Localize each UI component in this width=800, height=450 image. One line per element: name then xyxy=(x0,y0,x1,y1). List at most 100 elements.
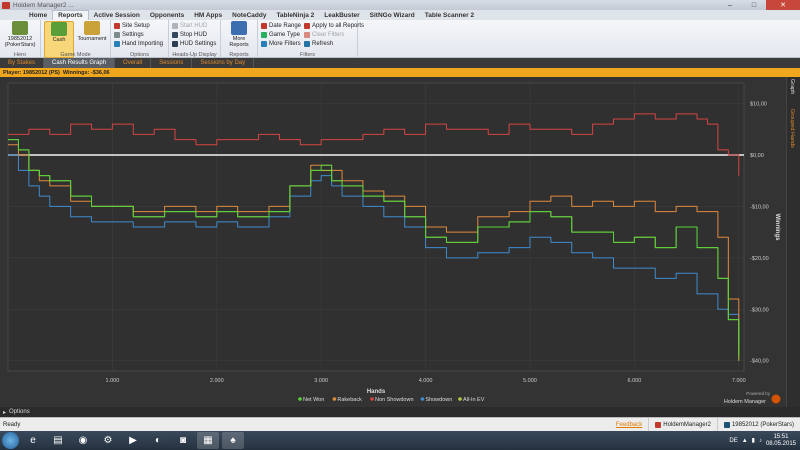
clear-icon xyxy=(304,32,311,38)
tab-cash-results-graph[interactable]: Cash Results Graph xyxy=(44,58,116,68)
filters-group: Date Range Game Type More Filters Apply … xyxy=(258,20,364,58)
tab-by-stakes[interactable]: By Stakes xyxy=(0,58,45,68)
calculator-icon[interactable]: ▦ xyxy=(197,432,219,449)
hero-label: 19852012 (PokerStars) xyxy=(4,36,36,48)
tab-tableninja[interactable]: TableNinja 2 xyxy=(271,10,319,20)
tab-opponents[interactable]: Opponents xyxy=(145,10,189,20)
media-icon[interactable]: ▶ xyxy=(122,432,144,449)
player-info-bar: Player: 19852012 (PS) Winnings: -$36,06 xyxy=(0,68,800,77)
tab-overall[interactable]: Overall xyxy=(115,58,152,68)
clock-date: 08.05.2015 xyxy=(765,440,796,447)
side-tab-grouped-hands[interactable]: Grouped Hands xyxy=(789,109,795,148)
tab-sessions[interactable]: Sessions xyxy=(151,58,193,68)
refresh-label: Refresh xyxy=(312,41,334,47)
clear-filters-label: Clear Filters xyxy=(312,32,345,38)
tab-sitngo-wizard[interactable]: SitNGo Wizard xyxy=(365,10,420,20)
hm-status[interactable]: HoldemManager2 xyxy=(648,417,717,432)
status-bar: Ready Feedback HoldemManager2 19852012 (… xyxy=(0,417,800,432)
x-tick-label: 4.000 xyxy=(419,378,433,384)
date-range-button[interactable]: Date Range xyxy=(261,22,301,30)
feedback-link[interactable]: Feedback xyxy=(610,422,648,428)
game-type-icon xyxy=(261,32,267,38)
hand-importing-button[interactable]: Hand Importing xyxy=(114,40,163,48)
game-mode-group: Cash Tournament Game Mode xyxy=(41,20,111,58)
volume-icon[interactable]: ♪ xyxy=(759,438,762,444)
trophy-icon xyxy=(84,21,100,35)
y-axis-label: Winnings xyxy=(774,214,780,242)
more-filters-button[interactable]: More Filters xyxy=(261,40,301,48)
legend-swatch xyxy=(370,397,374,401)
hud-settings-label: HUD Settings xyxy=(180,41,217,47)
hud-icon xyxy=(172,41,178,47)
tab-hm-apps[interactable]: HM Apps xyxy=(189,10,227,20)
site-status[interactable]: 19852012 (PokerStars) xyxy=(716,417,800,432)
y-tick-label: -$10,00 xyxy=(750,204,769,210)
y-tick-label: -$20,00 xyxy=(750,256,769,262)
site-status-label: 19852012 (PokerStars) xyxy=(731,421,794,428)
tab-reports[interactable]: Reports xyxy=(52,10,89,20)
hm-logo-icon xyxy=(771,394,781,404)
x-tick-label: 1.000 xyxy=(106,378,120,384)
start-hud-button[interactable]: Start HUD xyxy=(172,22,216,30)
clock-time: 15:51 xyxy=(773,433,789,440)
close-button[interactable]: ✕ xyxy=(766,0,800,10)
tab-home[interactable]: Home xyxy=(24,10,52,20)
cash-icon xyxy=(51,22,67,36)
taskbar: e ▤ ◉ ⚙ ▶ ◐ ◙ ▦ ♠ DE ▲ ▮ ♪ 15:51 08.05.2… xyxy=(0,431,800,450)
refresh-button[interactable]: Refresh xyxy=(304,40,364,48)
minimize-button[interactable]: – xyxy=(718,0,742,10)
tab-sessions-by-day[interactable]: Sessions by Day xyxy=(192,58,255,68)
powered-by-brand: Holdem Manager xyxy=(724,399,766,405)
tab-active-session[interactable]: Active Session xyxy=(89,10,145,20)
clock[interactable]: 15:51 08.05.2015 xyxy=(766,434,796,448)
game-type-label: Game Type xyxy=(269,32,300,38)
side-panel: Graph Grouped Hands xyxy=(786,77,800,407)
legend-swatch xyxy=(332,397,337,401)
camera-icon[interactable]: ◙ xyxy=(172,432,194,449)
legend-swatch xyxy=(458,397,462,401)
legend-entry: Net Won xyxy=(303,397,324,403)
x-tick-label: 6.000 xyxy=(628,378,642,384)
side-tab-graph[interactable]: Graph xyxy=(789,79,795,94)
tab-notecaddy[interactable]: NoteCaddy xyxy=(227,10,271,20)
settings-label: Settings xyxy=(122,32,144,38)
hud-group: Start HUD Stop HUD HUD Settings Heads-Up… xyxy=(169,20,221,58)
site-setup-button[interactable]: Site Setup xyxy=(114,22,163,30)
y-tick-label: $10,00 xyxy=(750,102,767,108)
language-indicator[interactable]: DE xyxy=(729,438,737,444)
options-bar[interactable]: ▸ Options xyxy=(0,407,800,417)
globe-icon[interactable]: ◉ xyxy=(72,432,94,449)
tab-leakbuster[interactable]: LeakBuster xyxy=(319,10,364,20)
x-tick-label: 3.000 xyxy=(314,378,328,384)
holdem-manager-icon[interactable]: ♠ xyxy=(222,432,244,449)
apply-all-button[interactable]: Apply to all Reports xyxy=(304,22,364,30)
network-icon[interactable]: ▮ xyxy=(752,437,755,444)
app-icon-2[interactable]: ◐ xyxy=(147,432,169,449)
game-type-button[interactable]: Game Type xyxy=(261,31,301,39)
hud-settings-button[interactable]: HUD Settings xyxy=(172,40,216,48)
reports-group: More Reports Reports xyxy=(221,20,258,58)
filter-icon xyxy=(261,41,267,47)
status-ready: Ready xyxy=(3,421,21,428)
steam-icon[interactable]: ⚙ xyxy=(97,432,119,449)
settings-button[interactable]: Settings xyxy=(114,31,163,39)
maximize-button[interactable]: □ xyxy=(742,0,766,10)
hm-status-label: HoldemManager2 xyxy=(663,421,711,428)
browser-icon[interactable]: e xyxy=(22,432,44,449)
system-tray: DE ▲ ▮ ♪ 15:51 08.05.2015 xyxy=(729,434,800,448)
options-toggle-icon: ▸ xyxy=(3,409,7,416)
folder-icon[interactable]: ▤ xyxy=(47,432,69,449)
legend-entry: Showdown xyxy=(425,397,452,403)
refresh-icon xyxy=(304,41,311,47)
results-graph: 1.000 2.000 3.000 4.000 5.000 6.000 7.000 $10,0… xyxy=(0,77,786,407)
tray-arrow-icon[interactable]: ▲ xyxy=(742,438,748,444)
ribbon: 19852012 (PokerStars) Hero Cash Tourname… xyxy=(0,20,800,58)
start-button[interactable] xyxy=(2,432,19,449)
x-tick-label: 2.000 xyxy=(210,378,224,384)
ribbon-tabs: Home Reports Active Session Opponents HM… xyxy=(0,10,800,20)
tab-table-scanner[interactable]: Table Scanner 2 xyxy=(420,10,479,20)
window-title: Holdem Manager2 ... xyxy=(13,1,74,9)
stop-hud-button[interactable]: Stop HUD xyxy=(172,31,216,39)
legend-entry: Non Showdown xyxy=(375,397,414,403)
clear-filters-button[interactable]: Clear Filters xyxy=(304,31,364,39)
